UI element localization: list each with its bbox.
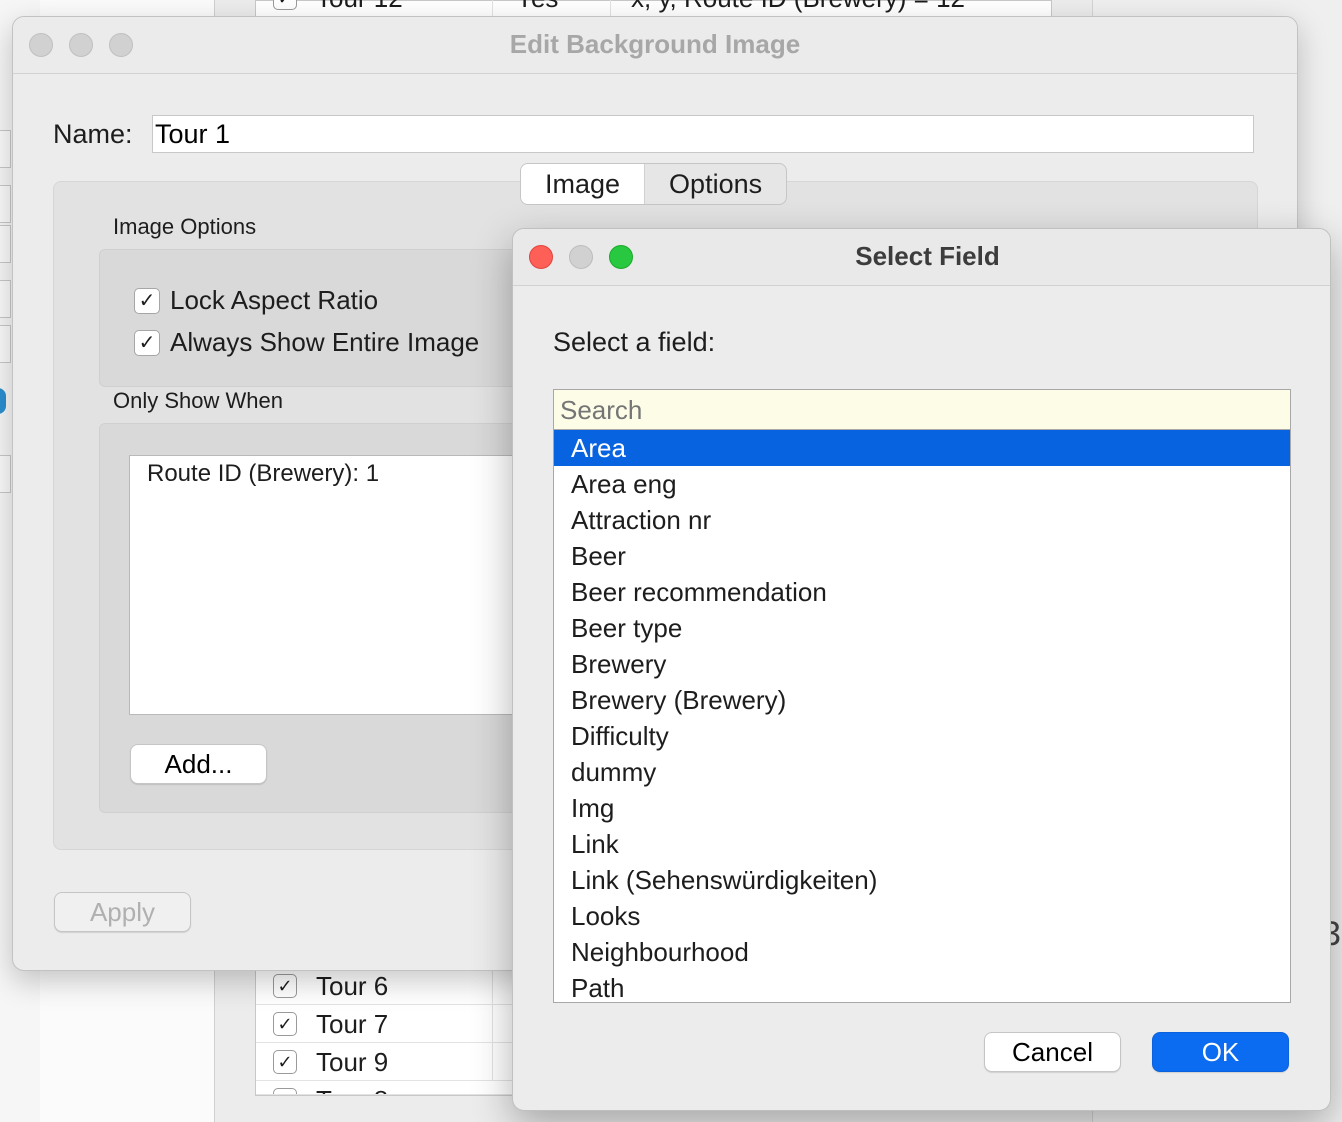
field-list-item[interactable]: Path <box>554 970 1290 1002</box>
checkmark-icon[interactable]: ✓ <box>273 974 297 998</box>
conditions-list[interactable]: Route ID (Brewery): 1 <box>129 455 531 715</box>
background-left-mark <box>0 225 11 263</box>
tab-selector: Image Options <box>520 163 788 205</box>
column-divider <box>492 1004 493 1042</box>
background-left-mark <box>0 280 11 318</box>
background-left-mark <box>0 455 11 493</box>
tab-options[interactable]: Options <box>645 164 786 204</box>
condition-item[interactable]: Route ID (Brewery): 1 <box>147 460 379 488</box>
field-list-item[interactable]: Link <box>554 826 1290 862</box>
field-list[interactable]: AreaArea engAttraction nrBeerBeer recomm… <box>553 389 1291 1003</box>
field-list-item[interactable]: Attraction nr <box>554 502 1290 538</box>
background-table-row[interactable]: ✓ Tour 12 Yes x, y, Route ID (Brewery) =… <box>256 0 1049 17</box>
checkmark-icon[interactable]: ✓ <box>134 329 160 356</box>
field-list-item[interactable]: Area eng <box>554 466 1290 502</box>
checkmark-icon[interactable]: ✓ <box>273 1050 297 1074</box>
image-options-group <box>99 249 561 387</box>
column-divider <box>610 0 611 16</box>
select-field-dialog: Select Field Select a field: AreaArea en… <box>512 228 1331 1111</box>
field-list-item[interactable]: Difficulty <box>554 718 1290 754</box>
dialog-title: Select Field <box>855 241 1000 271</box>
field-list-item[interactable]: Img <box>554 790 1290 826</box>
only-show-when-heading: Only Show When <box>113 388 283 413</box>
name-label: Name: <box>53 119 133 149</box>
add-condition-button[interactable]: Add... <box>130 744 267 784</box>
always-show-entire-image-checkbox[interactable]: ✓ Always Show Entire Image <box>134 327 479 358</box>
select-field-prompt: Select a field: <box>553 327 716 357</box>
background-left-mark <box>0 130 11 168</box>
row-expression: x, y, Route ID (Brewery) = 12 <box>631 0 965 14</box>
row-value: Yes <box>516 0 558 14</box>
field-list-item[interactable]: dummy <box>554 754 1290 790</box>
image-options-heading: Image Options <box>113 214 257 239</box>
field-items: Area Area eng Attraction nr Beer Beer recomm… <box>554 430 1290 1002</box>
checkmark-icon[interactable]: ✓ <box>273 1088 297 1094</box>
tab-image[interactable]: Image <box>521 164 646 204</box>
window-title: Edit Background Image <box>509 29 801 59</box>
search-input[interactable] <box>554 390 1290 430</box>
lock-aspect-ratio-checkbox[interactable]: ✓ Lock Aspect Ratio <box>134 285 378 316</box>
row-label: Tour 9 <box>316 1047 389 1077</box>
column-divider <box>492 1042 493 1080</box>
window-titlebar[interactable]: Edit Background Image <box>13 17 1297 74</box>
lock-aspect-ratio-label: Lock Aspect Ratio <box>170 285 379 315</box>
cancel-button[interactable]: Cancel <box>984 1032 1121 1072</box>
column-divider <box>492 966 493 1004</box>
always-show-entire-image-label: Always Show Entire Image <box>170 327 480 357</box>
field-list-item[interactable]: Beer <box>554 538 1290 574</box>
field-list-item[interactable]: Link (Sehenswürdigkeiten) <box>554 862 1290 898</box>
row-label: Tour 7 <box>316 1009 389 1039</box>
field-list-item[interactable]: Brewery <box>554 646 1290 682</box>
background-left-mark <box>0 185 11 223</box>
field-list-item-selected[interactable]: Area <box>554 430 1290 466</box>
field-list-item[interactable]: Beer type <box>554 610 1290 646</box>
column-divider <box>492 0 493 16</box>
name-field[interactable] <box>152 115 1254 153</box>
field-list-item[interactable]: Brewery (Brewery) <box>554 682 1290 718</box>
background-left-mark <box>0 325 11 363</box>
row-label: Tour 12 <box>316 0 403 14</box>
row-label: Tour 6 <box>316 971 389 1001</box>
checkmark-icon[interactable]: ✓ <box>273 0 297 10</box>
ok-button[interactable]: OK <box>1152 1032 1289 1072</box>
row-label: Tour 8 <box>316 1085 388 1094</box>
field-list-item[interactable]: Neighbourhood <box>554 934 1290 970</box>
field-list-item[interactable]: Looks <box>554 898 1290 934</box>
field-list-item[interactable]: Beer recommendation <box>554 574 1290 610</box>
checkmark-icon[interactable]: ✓ <box>273 1012 297 1036</box>
checkmark-icon[interactable]: ✓ <box>134 287 160 314</box>
dialog-titlebar[interactable]: Select Field <box>513 229 1330 286</box>
apply-button[interactable]: Apply <box>54 892 191 932</box>
